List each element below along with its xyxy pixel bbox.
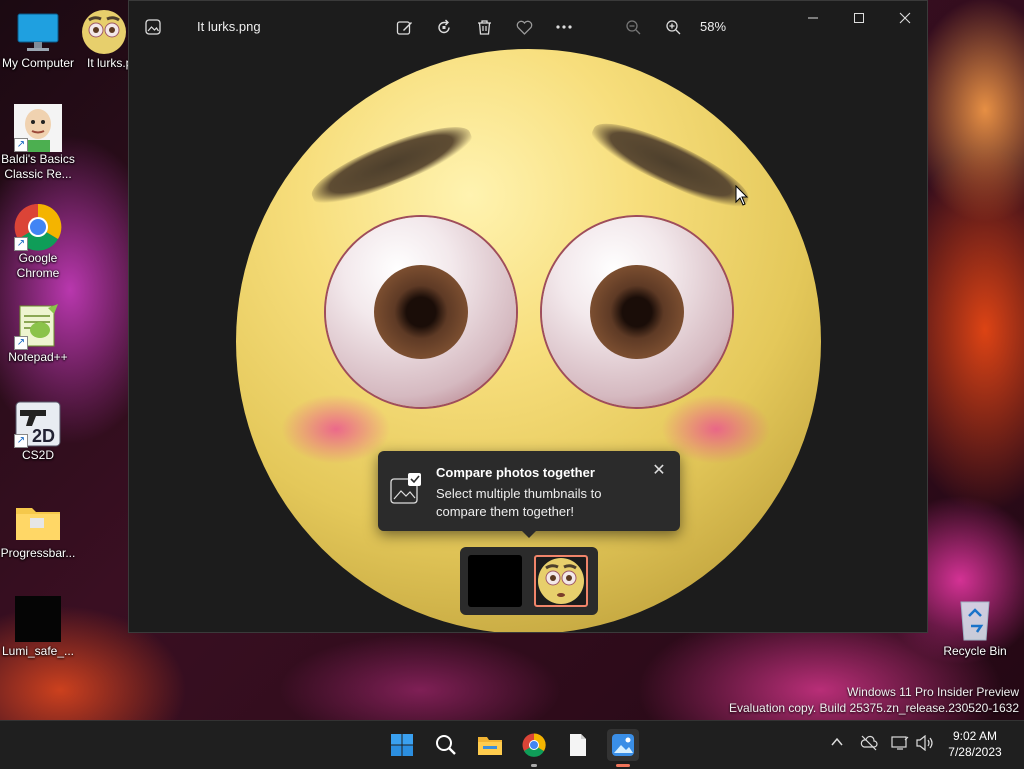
- desktop-icon-my-computer[interactable]: My Computer: [0, 8, 76, 71]
- desktop-icon-google-chrome[interactable]: ↗ Google Chrome: [0, 203, 76, 281]
- watermark-line-2: Evaluation copy. Build 25375.zn_release.…: [729, 701, 1019, 715]
- file-name: It lurks.png: [197, 19, 261, 34]
- left-blush: [281, 394, 391, 464]
- svg-text:2D: 2D: [32, 426, 55, 446]
- desktop-icon-progressbar[interactable]: Progressbar...: [0, 498, 76, 561]
- build-watermark: Windows 11 Pro Insider Preview Evaluatio…: [729, 684, 1019, 716]
- baldi-app-icon: ↗: [14, 104, 62, 152]
- desktop-icon-it-lurks[interactable]: It lurks.p: [74, 8, 134, 71]
- recycle-bin-icon: [951, 596, 999, 644]
- left-iris: [374, 265, 468, 359]
- photos-app-icon[interactable]: [140, 14, 166, 40]
- desktop-icon-notepadpp[interactable]: ↗ Notepad++: [0, 302, 76, 365]
- delete-icon[interactable]: [471, 14, 497, 40]
- search-icon[interactable]: [431, 730, 461, 760]
- network-off-icon[interactable]: [860, 735, 878, 755]
- photos-icon[interactable]: [607, 729, 639, 761]
- active-app-indicator: [616, 764, 630, 767]
- shortcut-arrow-icon: ↗: [14, 336, 28, 350]
- chrome-icon[interactable]: [519, 730, 549, 760]
- start-icon[interactable]: [387, 730, 417, 760]
- desktop-icon-label: My Computer: [1, 56, 75, 70]
- desktop-icon-label: Google Chrome: [16, 251, 60, 280]
- desktop-icon-baldi[interactable]: ↗ Baldi's Basics Classic Re...: [0, 104, 76, 182]
- desktop-icon-label: Baldi's Basics Classic Re...: [1, 152, 75, 181]
- left-eyebrow: [304, 113, 478, 215]
- favorite-icon[interactable]: [511, 14, 537, 40]
- image-canvas[interactable]: Compare photos together Select multiple …: [129, 49, 927, 632]
- toast-title: Compare photos together: [436, 465, 595, 480]
- taskbar[interactable]: 9:02 AM 7/28/2023: [0, 720, 1024, 769]
- emoji-face-image: [236, 49, 821, 632]
- running-indicator: [531, 764, 537, 767]
- show-hidden-icons-chevron[interactable]: [830, 735, 844, 753]
- shortcut-arrow-icon: ↗: [14, 434, 28, 448]
- desktop-icon-label: It lurks.p: [87, 56, 133, 70]
- chrome-icon: ↗: [14, 203, 62, 251]
- clock-date: 7/28/2023: [948, 745, 1002, 759]
- compare-photos-icon: [390, 473, 422, 510]
- desktop-icon-recycle-bin[interactable]: Recycle Bin: [937, 596, 1013, 659]
- folder-icon: [14, 498, 62, 546]
- notepadpp-icon: ↗: [14, 302, 62, 350]
- display-icon[interactable]: [891, 735, 909, 755]
- right-iris: [590, 265, 684, 359]
- image-file-icon: [80, 8, 128, 56]
- shortcut-arrow-icon: ↗: [14, 138, 28, 152]
- zoom-out-icon[interactable]: [620, 14, 646, 40]
- toast-close-icon[interactable]: ✕: [650, 461, 668, 479]
- system-clock[interactable]: 9:02 AM 7/28/2023: [940, 728, 1010, 760]
- title-bar[interactable]: It lurks.png 58%: [129, 1, 927, 51]
- filmstrip[interactable]: [460, 547, 598, 615]
- desktop-icon-label: Recycle Bin: [943, 644, 1007, 658]
- mouse-cursor-icon: [735, 184, 749, 212]
- zoom-in-icon[interactable]: [660, 14, 686, 40]
- toast-pointer: [521, 530, 537, 538]
- cs2d-icon: 2D ↗: [14, 400, 62, 448]
- right-eyebrow: [585, 109, 757, 219]
- watermark-line-1: Windows 11 Pro Insider Preview: [847, 685, 1019, 699]
- rotate-icon[interactable]: [431, 14, 457, 40]
- monitor-icon: [14, 8, 62, 56]
- zoom-level[interactable]: 58%: [700, 19, 726, 34]
- desktop-icon-cs2d[interactable]: 2D ↗ CS2D: [0, 400, 76, 463]
- edit-image-icon[interactable]: [391, 14, 417, 40]
- desktop-icon-label: Lumi_safe_...: [1, 644, 75, 658]
- photos-window[interactable]: It lurks.png 58% Compare photos together…: [128, 0, 928, 633]
- notepad-icon[interactable]: [563, 730, 593, 760]
- filmstrip-thumbnail-selected[interactable]: [534, 555, 588, 607]
- desktop-icon-label: Notepad++: [8, 350, 68, 364]
- close-icon[interactable]: [892, 5, 918, 31]
- maximize-icon[interactable]: [846, 5, 872, 31]
- desktop-icon-label: CS2D: [21, 448, 54, 462]
- left-eye: [326, 217, 516, 407]
- desktop-icon-lumi-safe[interactable]: Lumi_safe_...: [0, 596, 76, 659]
- compare-photos-toast[interactable]: Compare photos together Select multiple …: [378, 451, 680, 538]
- right-eye: [542, 217, 732, 407]
- minimize-icon[interactable]: [800, 5, 826, 31]
- more-options-icon[interactable]: [551, 14, 577, 40]
- black-file-icon: [14, 596, 62, 644]
- file-explorer-icon[interactable]: [475, 730, 505, 760]
- shortcut-arrow-icon: ↗: [14, 237, 28, 251]
- volume-icon[interactable]: [916, 734, 934, 755]
- toast-body: Select multiple thumbnails to compare th…: [436, 486, 602, 519]
- clock-time: 9:02 AM: [952, 729, 998, 743]
- desktop-icon-label: Progressbar...: [0, 546, 76, 560]
- filmstrip-thumbnail[interactable]: [468, 555, 522, 607]
